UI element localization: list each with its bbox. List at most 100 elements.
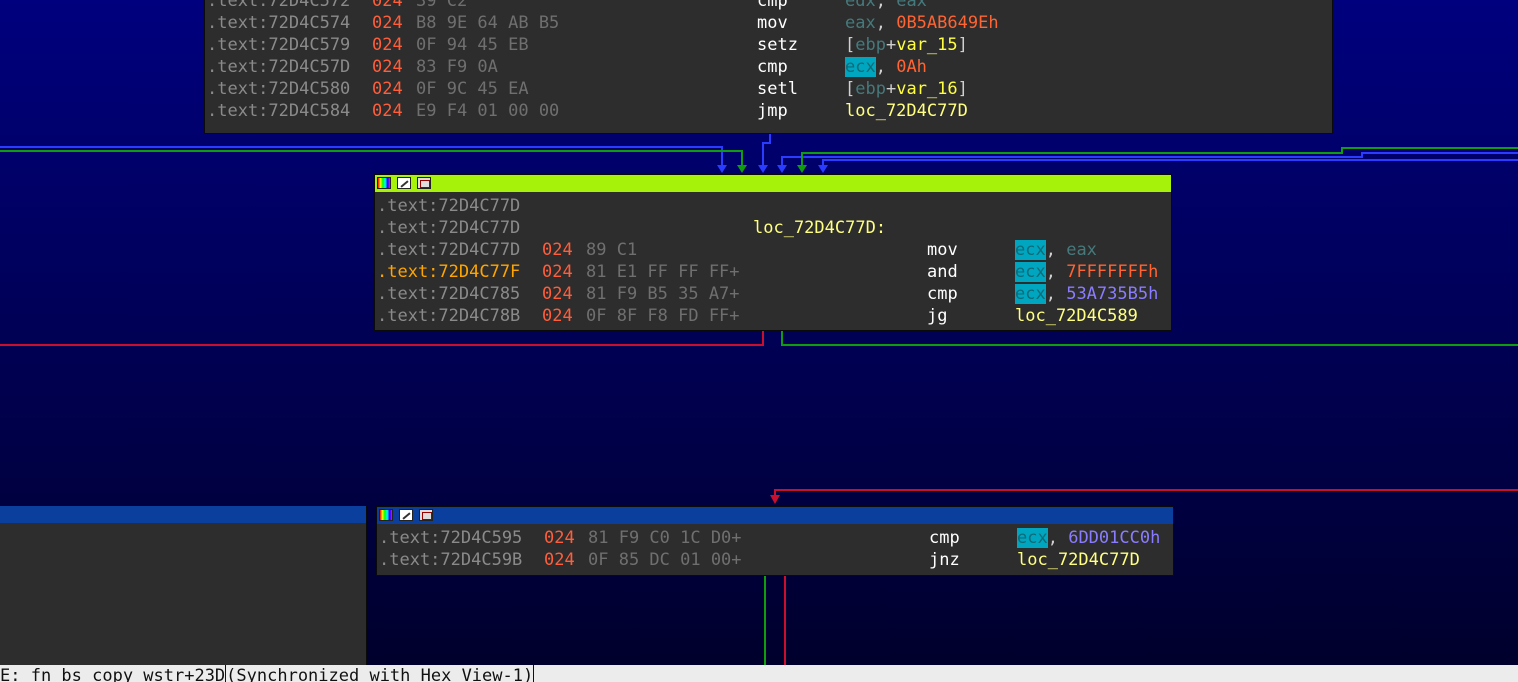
mnemonic[interactable]: cmp	[757, 56, 788, 78]
label-operand[interactable]: loc_72D4C589	[1015, 306, 1138, 326]
node-header[interactable]	[375, 175, 1171, 192]
rename-node-icon[interactable]	[399, 509, 413, 521]
mnemonic[interactable]: setl	[757, 78, 798, 100]
code-label[interactable]: loc_72D4C77D:	[753, 217, 886, 239]
opcode-bytes: 0F 8F F8 FD FF+	[586, 306, 740, 326]
label-operand[interactable]: loc_72D4C77D	[845, 101, 968, 121]
disasm-line[interactable]: .text:72D4C78B 024 0F 8F F8 FD FF+ jg loc_72…	[375, 305, 1171, 327]
mnemonic[interactable]: mov	[927, 239, 958, 261]
stack-pointer: 024	[372, 13, 403, 33]
punctuation: +	[885, 35, 897, 55]
immediate-operand[interactable]: 53A735B5h	[1066, 284, 1158, 304]
line-address[interactable]: .text:72D4C59B	[379, 549, 522, 571]
register-operand[interactable]: edx	[845, 0, 876, 11]
operands[interactable]: loc_72D4C77D	[1017, 549, 1140, 571]
register-operand[interactable]: ecx	[1015, 240, 1046, 260]
line-address[interactable]: .text:72D4C78B	[377, 305, 520, 327]
line-address[interactable]: .text:72D4C77D	[377, 239, 520, 261]
disasm-line[interactable]: .text:72D4C584 024 E9 F4 01 00 00 jmp loc_72…	[205, 100, 1332, 122]
register-operand[interactable]: ecx	[1017, 528, 1048, 548]
code-block-top[interactable]: .text:72D4C572 024 39 C2 cmp edx, eax .text:7…	[204, 0, 1333, 134]
register-operand[interactable]: eax	[845, 13, 876, 33]
opcode-bytes: 39 C2	[416, 0, 468, 11]
mnemonic[interactable]: cmp	[929, 527, 960, 549]
disasm-line[interactable]: .text:72D4C785 024 81 F9 B5 35 A7+ cmp ecx, …	[375, 283, 1171, 305]
disasm-line[interactable]: .text:72D4C77D 024 89 C1 mov ecx, eax	[375, 239, 1171, 261]
group-node-icon[interactable]	[417, 177, 431, 189]
mnemonic[interactable]: and	[927, 261, 958, 283]
line-address[interactable]: .text:72D4C595	[379, 527, 522, 549]
register-operand[interactable]: eax	[1066, 240, 1097, 260]
line-address[interactable]: .text:72D4C785	[377, 283, 520, 305]
line-address[interactable]: .text:72D4C57D	[207, 56, 350, 78]
opcode-bytes: 81 F9 C0 1C D0+	[588, 528, 742, 548]
operands[interactable]: ecx, 0Ah	[845, 56, 927, 78]
operands[interactable]: ecx, 53A735B5h	[1015, 283, 1158, 305]
immediate-operand[interactable]: 7FFFFFFFh	[1066, 262, 1158, 282]
disasm-line[interactable]: .text:72D4C574 024 B8 9E 64 AB B5 mov eax, 0…	[205, 12, 1332, 34]
disasm-line[interactable]: .text:72D4C572 024 39 C2 cmp edx, eax	[205, 0, 1332, 12]
opcode-bytes: 81 E1 FF FF FF+	[586, 262, 740, 282]
mnemonic[interactable]: jmp	[757, 100, 788, 122]
mnemonic[interactable]: jg	[927, 305, 947, 327]
stack-pointer: 024	[372, 0, 403, 11]
group-node-icon[interactable]	[419, 509, 433, 521]
code-block-loc_72D4C77D[interactable]: .text:72D4C77D .text:72D4C77D loc_72D4C77D…	[374, 174, 1172, 331]
code-block-bottom[interactable]: .text:72D4C595 024 81 F9 C0 1C D0+ cmp ecx, …	[376, 506, 1174, 576]
operands[interactable]: loc_72D4C589	[1015, 305, 1138, 327]
register-operand[interactable]: ecx	[845, 57, 876, 77]
punctuation: ,	[875, 0, 897, 11]
opcode-bytes: 83 F9 0A	[416, 57, 498, 77]
punctuation: [	[845, 35, 856, 55]
register-operand[interactable]: ecx	[1015, 284, 1046, 304]
operands[interactable]: eax, 0B5AB649Eh	[845, 12, 999, 34]
line-address[interactable]: .text:72D4C579	[207, 34, 350, 56]
mnemonic[interactable]: cmp	[757, 0, 788, 12]
line-address[interactable]: .text:72D4C77D	[377, 195, 520, 217]
operands[interactable]: ecx, eax	[1015, 239, 1097, 261]
operands[interactable]: [ebp+var_16]	[845, 78, 968, 100]
disasm-line[interactable]: .text:72D4C595 024 81 F9 C0 1C D0+ cmp ecx, …	[377, 527, 1173, 549]
variable-operand[interactable]: var_16	[896, 79, 957, 99]
punctuation: ,	[1045, 284, 1067, 304]
code-block-left-partial[interactable]	[0, 506, 367, 666]
disasm-line[interactable]: .text:72D4C580 024 0F 9C 45 EA setl [ebp+var…	[205, 78, 1332, 100]
mnemonic[interactable]: mov	[757, 12, 788, 34]
operands[interactable]: ecx, 6DD01CC0h	[1017, 527, 1160, 549]
disasm-line[interactable]: .text:72D4C77D	[375, 195, 1171, 217]
immediate-operand[interactable]: 0B5AB649Eh	[896, 13, 998, 33]
disasm-line[interactable]: .text:72D4C57D 024 83 F9 0A cmp ecx, 0Ah	[205, 56, 1332, 78]
immediate-operand[interactable]: 6DD01CC0h	[1068, 528, 1160, 548]
register-operand[interactable]: ebp	[855, 35, 886, 55]
line-address[interactable]: .text:72D4C580	[207, 78, 350, 100]
variable-operand[interactable]: var_15	[896, 35, 957, 55]
immediate-operand[interactable]: 0Ah	[896, 57, 927, 77]
disasm-line[interactable]: .text:72D4C77F 024 81 E1 FF FF FF+ and ecx, …	[375, 261, 1171, 283]
register-operand[interactable]: ecx	[1015, 262, 1046, 282]
opcode-bytes: 0F 9C 45 EA	[416, 79, 529, 99]
mnemonic[interactable]: setz	[757, 34, 798, 56]
node-header[interactable]	[377, 507, 1173, 524]
disasm-line[interactable]: .text:72D4C59B 024 0F 85 DC 01 00+ jnz loc_7…	[377, 549, 1173, 571]
disasm-line[interactable]: .text:72D4C579 024 0F 94 45 EB setz [ebp+var…	[205, 34, 1332, 56]
node-color-icon[interactable]	[377, 177, 391, 189]
line-address[interactable]: .text:72D4C574	[207, 12, 350, 34]
operands[interactable]: loc_72D4C77D	[845, 100, 968, 122]
operands[interactable]: ecx, 7FFFFFFFh	[1015, 261, 1158, 283]
label-operand[interactable]: loc_72D4C77D	[1017, 550, 1140, 570]
disasm-line[interactable]: .text:72D4C77D loc_72D4C77D:	[375, 217, 1171, 239]
operands[interactable]: [ebp+var_15]	[845, 34, 968, 56]
line-address[interactable]: .text:72D4C584	[207, 100, 350, 122]
node-color-icon[interactable]	[379, 509, 393, 521]
operands[interactable]: edx, eax	[845, 0, 927, 12]
node-header[interactable]	[0, 506, 366, 523]
rename-node-icon[interactable]	[397, 177, 411, 189]
register-operand[interactable]: eax	[896, 0, 927, 11]
mnemonic[interactable]: jnz	[929, 549, 960, 571]
line-address[interactable]: .text:72D4C572	[207, 0, 350, 12]
status-location[interactable]: E: fn_bs_copy_wstr+23D	[0, 666, 225, 682]
line-address[interactable]: .text:72D4C77D	[377, 217, 520, 239]
line-address[interactable]: .text:72D4C77F	[377, 261, 520, 283]
mnemonic[interactable]: cmp	[927, 283, 958, 305]
register-operand[interactable]: ebp	[855, 79, 886, 99]
